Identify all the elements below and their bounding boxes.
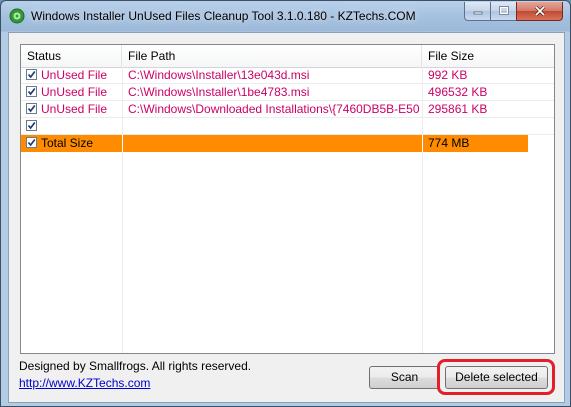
cell-status <box>41 118 121 134</box>
table-row[interactable]: UnUsed File C:\Windows\Downloaded Install… <box>21 101 554 118</box>
row-checkbox[interactable] <box>26 103 37 114</box>
column-header-file-path[interactable]: File Path <box>122 45 422 67</box>
cell-file-size: 496532 KB <box>428 85 488 99</box>
cell-status: Total Size <box>41 136 94 150</box>
table-row[interactable] <box>21 118 554 135</box>
table-row[interactable]: Total Size 774 MB <box>21 135 528 152</box>
column-divider <box>122 135 123 152</box>
row-checkbox[interactable] <box>26 86 37 97</box>
app-window: Windows Installer UnUsed Files Cleanup T… <box>0 0 571 407</box>
table-row[interactable]: UnUsed File C:\Windows\Installer\1be4783.… <box>21 84 554 101</box>
window-title: Windows Installer UnUsed Files Cleanup T… <box>31 9 416 23</box>
close-icon <box>534 6 545 16</box>
cell-status: UnUsed File <box>41 85 108 99</box>
file-list[interactable]: Status File Path File Size UnUsed File C:… <box>20 44 555 354</box>
minimize-button[interactable] <box>464 2 491 21</box>
client-area: Status File Path File Size UnUsed File C:… <box>8 32 565 403</box>
maximize-icon <box>498 6 509 15</box>
maximize-button[interactable] <box>490 2 517 21</box>
cell-file-size <box>428 118 526 134</box>
row-checkbox[interactable] <box>26 69 37 80</box>
website-link[interactable]: http://www.KZTechs.com <box>19 376 150 390</box>
column-header-file-size[interactable]: File Size <box>422 45 554 67</box>
list-header: Status File Path File Size <box>21 45 554 68</box>
app-icon <box>9 8 25 24</box>
cell-file-size: 992 KB <box>428 68 468 82</box>
cell-file-size: 295861 KB <box>428 102 488 116</box>
column-divider <box>422 135 423 152</box>
credit-text: Designed by Smallfrogs. All rights reser… <box>19 359 252 373</box>
highlight-annotation <box>437 359 555 395</box>
minimize-icon <box>473 11 482 15</box>
cell-file-size: 774 MB <box>428 136 470 150</box>
cell-file-path <box>128 135 420 151</box>
scan-button[interactable]: Scan <box>369 366 440 389</box>
row-checkbox[interactable] <box>26 120 37 131</box>
cell-status: UnUsed File <box>41 68 108 82</box>
cell-status: UnUsed File <box>41 102 108 116</box>
row-checkbox[interactable] <box>26 137 37 148</box>
column-header-status[interactable]: Status <box>21 45 122 67</box>
cell-file-path: C:\Windows\Installer\1be4783.msi <box>128 85 310 99</box>
close-button[interactable] <box>516 2 563 21</box>
table-row[interactable]: UnUsed File C:\Windows\Installer\13e043d.… <box>21 67 554 84</box>
cell-file-path <box>128 118 420 134</box>
title-bar[interactable]: Windows Installer UnUsed Files Cleanup T… <box>1 1 570 31</box>
cell-file-path: C:\Windows\Downloaded Installations\{746… <box>128 102 420 116</box>
cell-file-path: C:\Windows\Installer\13e043d.msi <box>128 68 310 82</box>
